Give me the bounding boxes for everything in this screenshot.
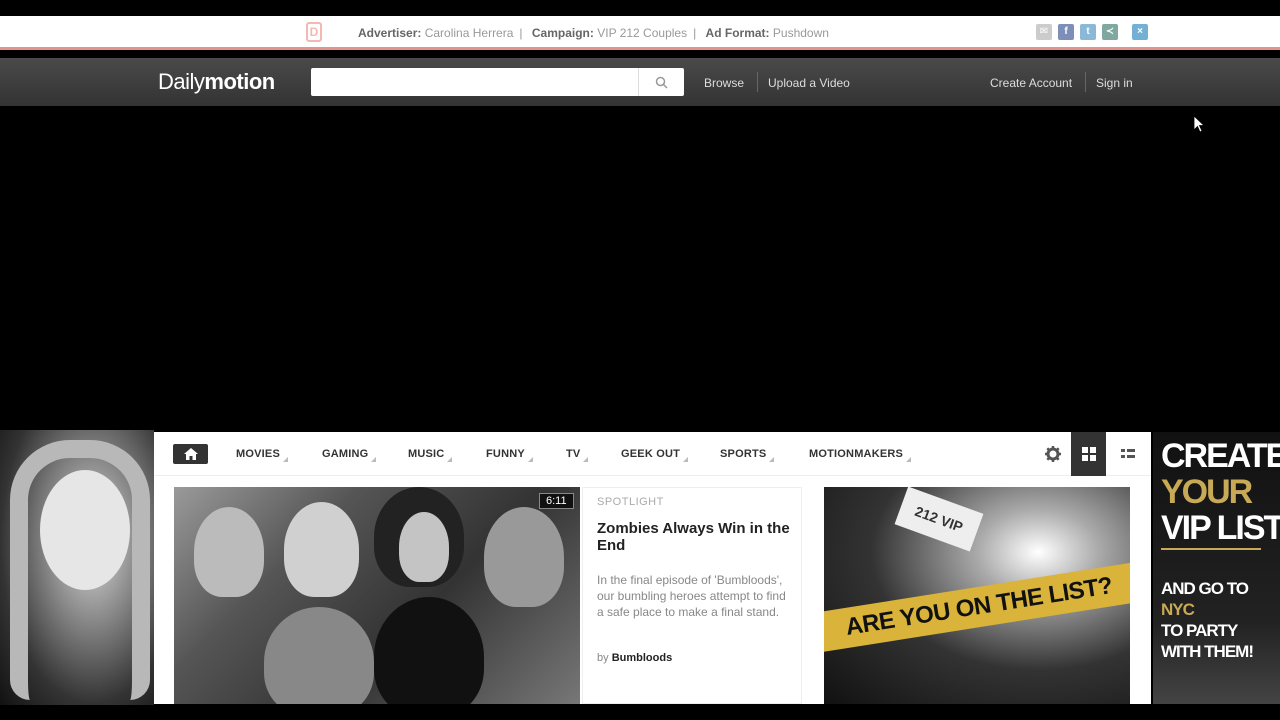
left-ad-photo[interactable] <box>0 430 154 705</box>
ad-format-label: Ad Format: <box>705 26 770 40</box>
mail-icon[interactable]: ✉ <box>1036 24 1052 40</box>
are-you-on-the-list-banner: ARE YOU ON THE LIST? <box>824 561 1130 653</box>
category-tv[interactable]: TV <box>566 448 590 462</box>
spotlight-label: SPOTLIGHT <box>597 496 664 508</box>
mouse-cursor-icon <box>1194 116 1206 133</box>
search-input[interactable] <box>311 68 631 96</box>
home-icon <box>183 448 198 460</box>
featured-video-thumbnail[interactable]: 6:11 <box>174 487 580 704</box>
grid-view-button[interactable] <box>1071 432 1106 476</box>
category-funny[interactable]: FUNNY <box>486 448 533 462</box>
spotlight-description: In the final episode of 'Bumbloods', our… <box>597 573 786 619</box>
ad-info-bar: D Advertiser: Carolina Herrera | Campaign… <box>0 16 1280 50</box>
list-view-button[interactable] <box>1110 432 1145 476</box>
ad-subheadline: AND GO TO NYC TO PARTY WITH THEM! <box>1161 579 1254 661</box>
sign-in-link[interactable]: Sign in <box>1096 76 1133 90</box>
ad-meta: Advertiser: Carolina Herrera | Campaign: … <box>358 26 829 40</box>
ad-divider <box>1161 548 1261 550</box>
search-button[interactable] <box>638 68 684 96</box>
right-vip-ad[interactable]: CREATE YOUR VIP LIST AND GO TO NYC TO PA… <box>1153 432 1280 704</box>
homepage-content: MOVIES GAMING MUSIC FUNNY TV GEEK OUT SP… <box>154 432 1151 704</box>
ad-format-value: Pushdown <box>772 26 829 40</box>
author-link[interactable]: Bumbloods <box>612 652 673 664</box>
main-navbar: Dailymotion Browse Upload a Video Create… <box>0 58 1280 106</box>
list-view-icon <box>1120 449 1135 458</box>
home-button[interactable] <box>173 444 208 464</box>
category-gaming[interactable]: GAMING <box>322 448 377 462</box>
category-motionmakers[interactable]: MOTIONMAKERS <box>809 448 912 462</box>
advertiser-label: Advertiser: <box>358 26 422 40</box>
dailymotion-d-logo: D <box>306 22 322 42</box>
gear-icon[interactable] <box>1043 444 1063 464</box>
vip-ticket: 212 VIP <box>894 487 984 552</box>
bottom-black-strip <box>0 705 1280 720</box>
category-movies[interactable]: MOVIES <box>236 448 288 462</box>
upload-video-link[interactable]: Upload a Video <box>768 76 850 90</box>
facebook-icon[interactable]: f <box>1058 24 1074 40</box>
spotlight-title[interactable]: Zombies Always Win in the End <box>597 520 793 554</box>
campaign-label: Campaign: <box>531 26 594 40</box>
advertiser-value: Carolina Herrera <box>424 26 514 40</box>
nav-divider <box>757 72 758 92</box>
top-black-strip <box>0 0 1280 16</box>
social-icons: ✉ f t ≺ × <box>1036 24 1148 40</box>
search-box <box>311 68 684 96</box>
campaign-value: VIP 212 Couples <box>597 26 688 40</box>
nav-divider <box>1085 72 1086 92</box>
category-sports[interactable]: SPORTS <box>720 448 775 462</box>
close-icon[interactable]: × <box>1132 24 1148 40</box>
ad-headline: CREATE YOUR VIP LIST <box>1161 437 1280 547</box>
search-icon <box>655 76 668 89</box>
spotlight-card: SPOTLIGHT Zombies Always Win in the End … <box>582 487 802 704</box>
browse-link[interactable]: Browse <box>704 76 744 90</box>
category-music[interactable]: MUSIC <box>408 448 454 462</box>
share-icon[interactable]: ≺ <box>1102 24 1118 40</box>
create-account-link[interactable]: Create Account <box>990 76 1072 90</box>
twitter-icon[interactable]: t <box>1080 24 1096 40</box>
spotlight-byline: by Bumbloods <box>597 652 673 664</box>
grid-view-icon <box>1081 447 1096 461</box>
video-duration-badge: 6:11 <box>539 493 574 509</box>
category-bar: MOVIES GAMING MUSIC FUNNY TV GEEK OUT SP… <box>154 432 1151 476</box>
vip-list-ad-image[interactable]: 212 VIP ARE YOU ON THE LIST? <box>824 487 1130 704</box>
category-geek-out[interactable]: GEEK OUT <box>621 448 689 462</box>
dailymotion-logo[interactable]: Dailymotion <box>158 69 275 95</box>
